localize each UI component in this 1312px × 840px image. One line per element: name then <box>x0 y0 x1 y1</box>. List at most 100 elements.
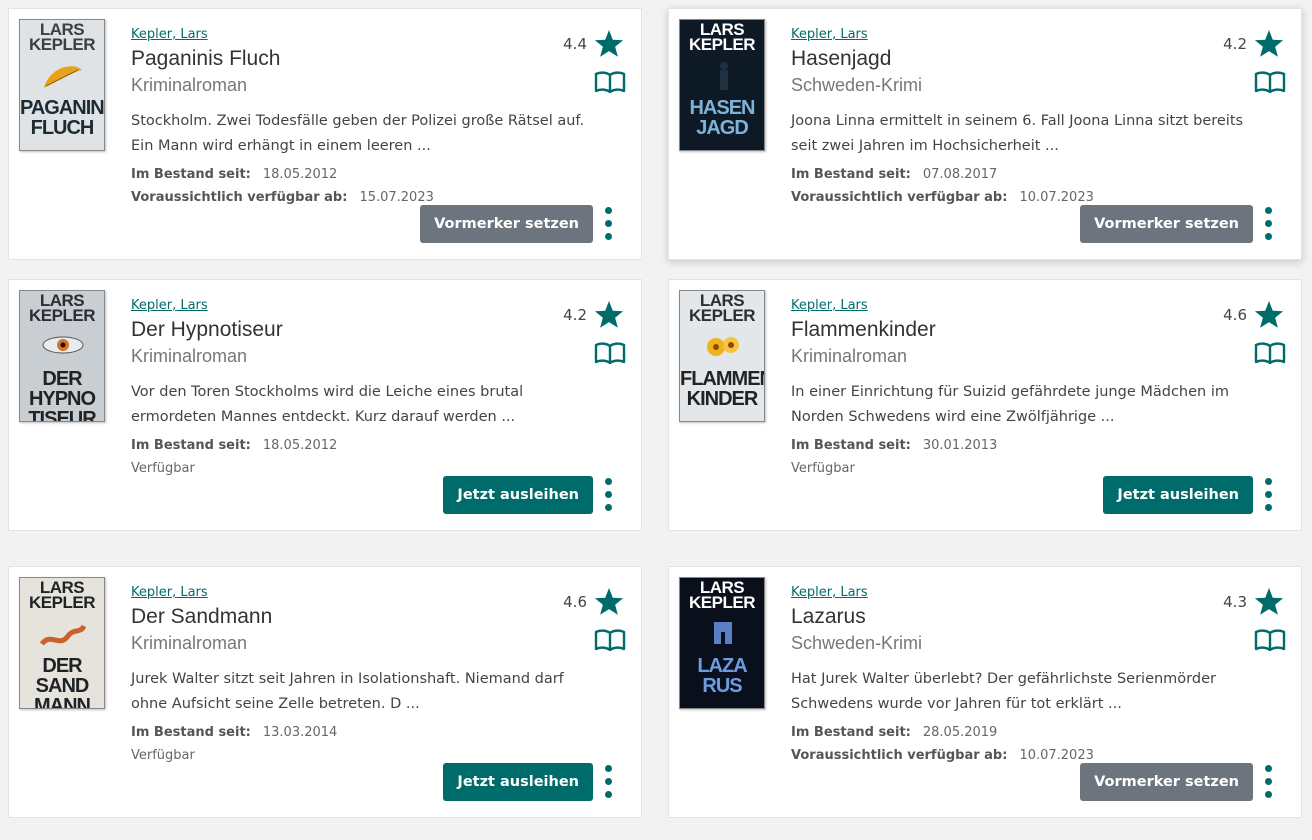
available-from-date: 15.07.2023 <box>359 190 434 205</box>
cover-author: LARS KEPLER <box>689 578 755 612</box>
availability-status: Verfügbar <box>131 461 195 476</box>
figure-art <box>720 62 728 90</box>
in-stock-date: 13.03.2014 <box>262 725 338 740</box>
more-vertical-icon[interactable] <box>603 765 615 799</box>
availability-status: Verfügbar <box>131 748 195 763</box>
book-description: In einer Einrichtung für Suizid gefährde… <box>791 384 1229 425</box>
author-link[interactable]: Kepler, Lars <box>131 585 208 600</box>
book-card: LARS KEPLER DER HYPNO TISEUR Kepler, Lar… <box>8 279 642 531</box>
book-subtitle: Schweden-Krimi <box>791 75 923 95</box>
in-stock-row: Im Bestand seit: 30.01.2013 <box>791 438 997 453</box>
book-subtitle: Kriminalroman <box>791 346 908 366</box>
borrow-button[interactable]: Jetzt ausleihen <box>443 763 593 801</box>
author-link[interactable]: Kepler, Lars <box>131 298 208 313</box>
book-title[interactable]: Lazarus <box>791 605 866 629</box>
in-stock-label: Im Bestand seit: <box>131 167 251 182</box>
star-icon <box>594 30 624 57</box>
book-title[interactable]: Hasenjagd <box>791 47 891 71</box>
rating-value: 4.2 <box>1223 35 1247 53</box>
book-open-icon[interactable] <box>1254 629 1286 651</box>
in-stock-label: Im Bestand seit: <box>791 725 911 740</box>
more-vertical-icon[interactable] <box>603 207 615 241</box>
leaf-art <box>44 66 82 88</box>
more-vertical-icon[interactable] <box>1263 478 1275 512</box>
book-title[interactable]: Flammenkinder <box>791 318 936 342</box>
star-icon <box>1254 301 1284 328</box>
author-link[interactable]: Kepler, Lars <box>791 298 868 313</box>
reserve-button[interactable]: Vormerker setzen <box>1080 205 1253 243</box>
book-cover[interactable]: LARS KEPLER FLAMMEN KINDER <box>679 290 765 422</box>
available-from-date: 10.07.2023 <box>1019 190 1094 205</box>
book-cover[interactable]: LARS KEPLER HASEN JAGD <box>679 19 765 151</box>
book-title[interactable]: Paganinis Fluch <box>131 47 280 71</box>
author-link[interactable]: Kepler, Lars <box>791 27 868 42</box>
flower-art <box>707 337 739 356</box>
in-stock-date: 18.05.2012 <box>262 438 338 453</box>
book-card: LARS KEPLER DER SAND MANN Kepler, Lars D… <box>8 566 642 818</box>
reserve-button[interactable]: Vormerker setzen <box>1080 763 1253 801</box>
book-cover[interactable]: LARS KEPLER LAZA RUS <box>679 577 765 709</box>
book-description: Vor den Toren Stockholms wird die Leiche… <box>131 384 524 425</box>
book-cover[interactable]: LARS KEPLER PAGANINIS FLUCH <box>19 19 105 151</box>
cover-author: LARS KEPLER <box>689 20 755 54</box>
braid-art <box>40 624 86 646</box>
cover-author: LARS KEPLER <box>29 20 95 54</box>
book-open-icon[interactable] <box>594 629 626 651</box>
book-open-icon[interactable] <box>1254 342 1286 364</box>
cover-title: FLAMMEN KINDER <box>680 368 765 410</box>
book-cover[interactable]: LARS KEPLER DER SAND MANN <box>19 577 105 709</box>
cover-title: PAGANINIS FLUCH <box>20 97 104 139</box>
book-description: Stockholm. Zwei Todesfälle geben der Pol… <box>131 113 585 154</box>
book-card: LARS KEPLER FLAMMEN KINDER Kepler, Lars … <box>668 279 1302 531</box>
rating-value: 4.2 <box>563 306 587 324</box>
reserve-button[interactable]: Vormerker setzen <box>420 205 593 243</box>
book-subtitle: Schweden-Krimi <box>791 633 923 653</box>
book-description: Jurek Walter sitzt seit Jahren in Isolat… <box>131 671 564 712</box>
more-vertical-icon[interactable] <box>603 478 615 512</box>
cover-title: DER SAND MANN <box>34 655 91 709</box>
cover-title: HASEN JAGD <box>689 97 755 139</box>
available-from-date: 10.07.2023 <box>1019 748 1094 763</box>
author-link[interactable]: Kepler, Lars <box>791 585 868 600</box>
book-open-icon[interactable] <box>594 342 626 364</box>
book-description: Joona Linna ermittelt in seinem 6. Fall … <box>791 113 1244 154</box>
in-stock-label: Im Bestand seit: <box>791 167 911 182</box>
in-stock-label: Im Bestand seit: <box>131 725 251 740</box>
book-description: Hat Jurek Walter überlebt? Der gefährlic… <box>791 671 1216 712</box>
cover-title: DER HYPNO TISEUR <box>28 368 96 422</box>
in-stock-row: Im Bestand seit: 13.03.2014 <box>131 725 337 740</box>
star-icon <box>1254 30 1284 57</box>
cover-author: LARS KEPLER <box>29 578 95 612</box>
rating-value: 4.6 <box>563 593 587 611</box>
available-from-label: Voraussichtlich verfügbar ab: <box>131 190 348 205</box>
more-vertical-icon[interactable] <box>1263 207 1275 241</box>
book-open-icon[interactable] <box>1254 71 1286 93</box>
window-art <box>714 622 732 646</box>
in-stock-label: Im Bestand seit: <box>131 438 251 453</box>
rating-value: 4.3 <box>1223 593 1247 611</box>
rating-value: 4.6 <box>1223 306 1247 324</box>
star-icon <box>1254 588 1284 615</box>
book-cover[interactable]: LARS KEPLER DER HYPNO TISEUR <box>19 290 105 422</box>
book-title[interactable]: Der Hypnotiseur <box>131 318 283 342</box>
rating-value: 4.4 <box>563 35 587 53</box>
borrow-button[interactable]: Jetzt ausleihen <box>443 476 593 514</box>
cover-title: LAZA RUS <box>697 655 747 697</box>
book-subtitle: Kriminalroman <box>131 75 248 95</box>
availability-status: Verfügbar <box>791 461 855 476</box>
book-title[interactable]: Der Sandmann <box>131 605 272 629</box>
book-card: LARS KEPLER LAZA RUS Kepler, Lars Lazaru… <box>668 566 1302 818</box>
borrow-button[interactable]: Jetzt ausleihen <box>1103 476 1253 514</box>
available-from-label: Voraussichtlich verfügbar ab: <box>791 748 1008 763</box>
more-vertical-icon[interactable] <box>1263 765 1275 799</box>
in-stock-row: Im Bestand seit: 28.05.2019 <box>791 725 997 740</box>
author-link[interactable]: Kepler, Lars <box>131 27 208 42</box>
in-stock-row: Im Bestand seit: 07.08.2017 <box>791 167 997 182</box>
in-stock-date: 30.01.2013 <box>922 438 998 453</box>
book-card: LARS KEPLER PAGANINIS FLUCH Kepler, Lars… <box>8 8 642 260</box>
available-from-label: Voraussichtlich verfügbar ab: <box>791 190 1008 205</box>
in-stock-date: 18.05.2012 <box>262 167 338 182</box>
in-stock-label: Im Bestand seit: <box>791 438 911 453</box>
book-open-icon[interactable] <box>594 71 626 93</box>
cover-author: LARS KEPLER <box>29 291 95 325</box>
